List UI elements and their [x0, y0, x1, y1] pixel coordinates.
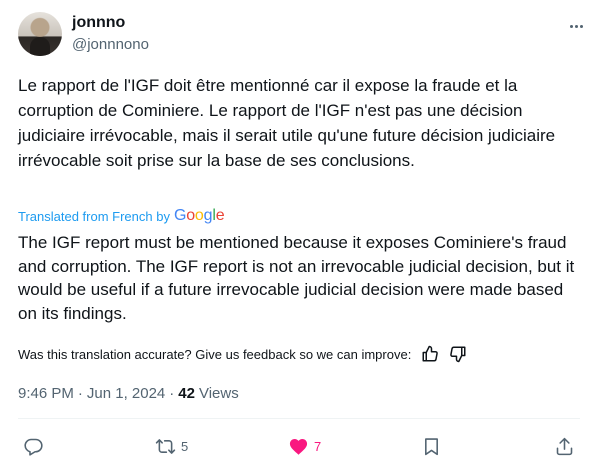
tweet-original-text: Le rapport de l'IGF doit être mentionné …: [18, 76, 556, 170]
like-icon: [289, 438, 308, 455]
like-count: 7: [314, 438, 322, 454]
divider: [18, 418, 580, 419]
share-icon: [556, 437, 573, 455]
like-button[interactable]: 7: [288, 433, 321, 459]
meta-separator: ·: [77, 384, 83, 402]
tweet-actions: 5 7: [18, 433, 580, 459]
translation-attribution[interactable]: Translated from French by Google: [18, 206, 225, 226]
reply-button[interactable]: [23, 433, 49, 459]
feedback-prompt: Was this translation accurate? Give us f…: [18, 346, 412, 362]
reply-icon: [24, 438, 43, 456]
retweet-button[interactable]: 5: [155, 433, 188, 459]
thumbs-down-icon[interactable]: [449, 345, 467, 363]
thumbs-up-icon[interactable]: [421, 345, 439, 363]
bookmark-button[interactable]: [421, 433, 442, 459]
more-icon[interactable]: [566, 16, 586, 36]
share-button[interactable]: [554, 433, 575, 459]
translation-feedback: Was this translation accurate? Give us f…: [18, 343, 467, 365]
views-count[interactable]: 42: [178, 385, 195, 402]
tweet-date[interactable]: Jun 1, 2024: [87, 385, 165, 402]
retweet-count: 5: [181, 438, 189, 454]
tweet-meta: 9:46 PM · Jun 1, 2024 · 42 Views: [18, 382, 239, 404]
views-label: Views: [198, 384, 239, 402]
meta-separator: ·: [169, 384, 175, 402]
avatar[interactable]: [18, 12, 62, 56]
author-handle[interactable]: @jonnnono: [72, 35, 149, 55]
tweet-time[interactable]: 9:46 PM: [18, 385, 74, 402]
google-logo: Google: [173, 207, 225, 224]
tweet-translation-text: The IGF report must be mentioned because…: [18, 233, 575, 323]
bookmark-icon: [425, 437, 438, 455]
author-names: jonnno @jonnnono: [72, 13, 149, 55]
tweet-header: jonnno @jonnnono: [18, 12, 586, 60]
translated-from-label: Translated from French by: [18, 208, 170, 224]
author-display-name[interactable]: jonnno: [72, 13, 149, 33]
retweet-icon: [155, 438, 176, 454]
